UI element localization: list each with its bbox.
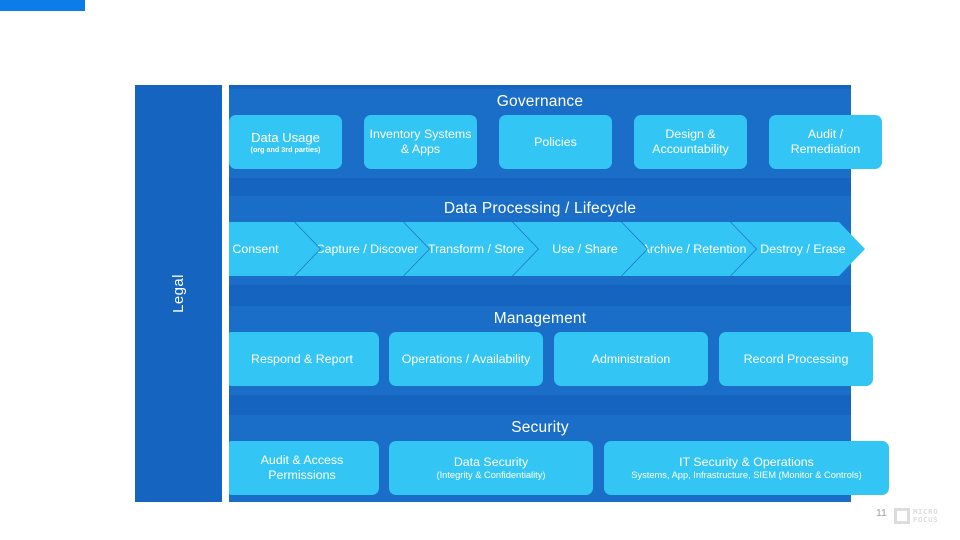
tile-audit-access-permissions[interactable]: Audit & Access Permissions bbox=[225, 441, 379, 495]
tile-data-usage-label: Data Usage bbox=[251, 129, 320, 145]
tile-operations-availability[interactable]: Operations / Availability bbox=[389, 332, 543, 386]
chevron-capture-discover-label: Capture / Discover bbox=[315, 241, 419, 256]
band-security: Security Audit & Access Permissions Data… bbox=[225, 415, 889, 502]
band-management-tiles: Respond & Report Operations / Availabili… bbox=[225, 332, 873, 386]
band-governance-title: Governance bbox=[496, 93, 584, 110]
micro-focus-logo: MICRO FOCUS bbox=[894, 505, 952, 527]
band-management-title: Management bbox=[493, 310, 587, 327]
tile-respond-report-label: Respond & Report bbox=[251, 351, 353, 366]
legal-rail-label: Legal bbox=[169, 274, 187, 313]
tile-record-processing-label: Record Processing bbox=[743, 351, 849, 366]
tile-audit-remediation-label: Audit / Remediation bbox=[790, 127, 861, 156]
tile-it-security-operations-sublabel: Systems, App, Infrastructure, SIEM (Moni… bbox=[631, 470, 862, 481]
rail-separator bbox=[222, 85, 229, 502]
tile-it-security-operations[interactable]: IT Security & Operations Systems, App, I… bbox=[604, 441, 889, 495]
tile-data-usage-sublabel: (org and 3rd parties) bbox=[250, 144, 321, 154]
page-number: 11 bbox=[876, 507, 887, 519]
tile-data-security-label: Data Security bbox=[453, 454, 529, 469]
tile-data-security-sublabel: (Integrity & Confidentiality) bbox=[436, 470, 546, 481]
legal-rail: Legal bbox=[135, 85, 222, 502]
tile-data-security[interactable]: Data Security (Integrity & Confidentiali… bbox=[389, 441, 593, 495]
band-security-title: Security bbox=[511, 419, 569, 436]
tile-policies[interactable]: Policies bbox=[499, 115, 612, 169]
band-governance: Governance Data Usage (org and 3rd parti… bbox=[229, 89, 882, 178]
tile-administration-label: Administration bbox=[591, 351, 671, 366]
band-lifecycle: Data Processing / Lifecycle Consent Capt… bbox=[229, 196, 851, 285]
tile-inventory-systems-apps[interactable]: Inventory Systems & Apps bbox=[364, 115, 477, 169]
tile-data-usage[interactable]: Data Usage (org and 3rd parties) bbox=[229, 115, 342, 169]
band-lifecycle-title: Data Processing / Lifecycle bbox=[443, 200, 637, 217]
chevron-consent-label: Consent bbox=[232, 241, 279, 256]
tile-audit-access-permissions-label: Audit & Access Permissions bbox=[260, 453, 344, 482]
tile-policies-label: Policies bbox=[534, 134, 577, 149]
logo-wordmark: MICRO FOCUS bbox=[913, 508, 938, 524]
tile-audit-remediation[interactable]: Audit / Remediation bbox=[769, 115, 882, 169]
tile-design-accountability[interactable]: Design & Accountability bbox=[634, 115, 747, 169]
band-security-tiles: Audit & Access Permissions Data Security… bbox=[225, 441, 889, 495]
tile-respond-report[interactable]: Respond & Report bbox=[225, 332, 379, 386]
tile-record-processing[interactable]: Record Processing bbox=[719, 332, 873, 386]
chevron-transform-store-label: Transform / Store bbox=[428, 241, 524, 256]
logo-wordmark-line2: FOCUS bbox=[913, 515, 939, 524]
square-logo-icon bbox=[894, 508, 910, 524]
tile-design-accountability-label: Design & Accountability bbox=[652, 127, 729, 156]
tile-inventory-systems-apps-label: Inventory Systems & Apps bbox=[369, 127, 472, 156]
chevron-archive-retention-label: Archive / Retention bbox=[641, 241, 747, 256]
tile-it-security-operations-label: IT Security & Operations bbox=[679, 454, 814, 469]
chevron-use-share-label: Use / Share bbox=[552, 241, 618, 256]
chevron-destroy-erase-label: Destroy / Erase bbox=[760, 241, 846, 256]
top-accent-bar bbox=[0, 0, 85, 11]
tile-operations-availability-label: Operations / Availability bbox=[401, 351, 531, 366]
tile-administration[interactable]: Administration bbox=[554, 332, 708, 386]
band-management: Management Respond & Report Operations /… bbox=[225, 306, 873, 395]
band-governance-tiles: Data Usage (org and 3rd parties) Invento… bbox=[229, 115, 882, 169]
band-lifecycle-chevrons: Consent Capture / Discover Transform / S… bbox=[229, 222, 851, 276]
